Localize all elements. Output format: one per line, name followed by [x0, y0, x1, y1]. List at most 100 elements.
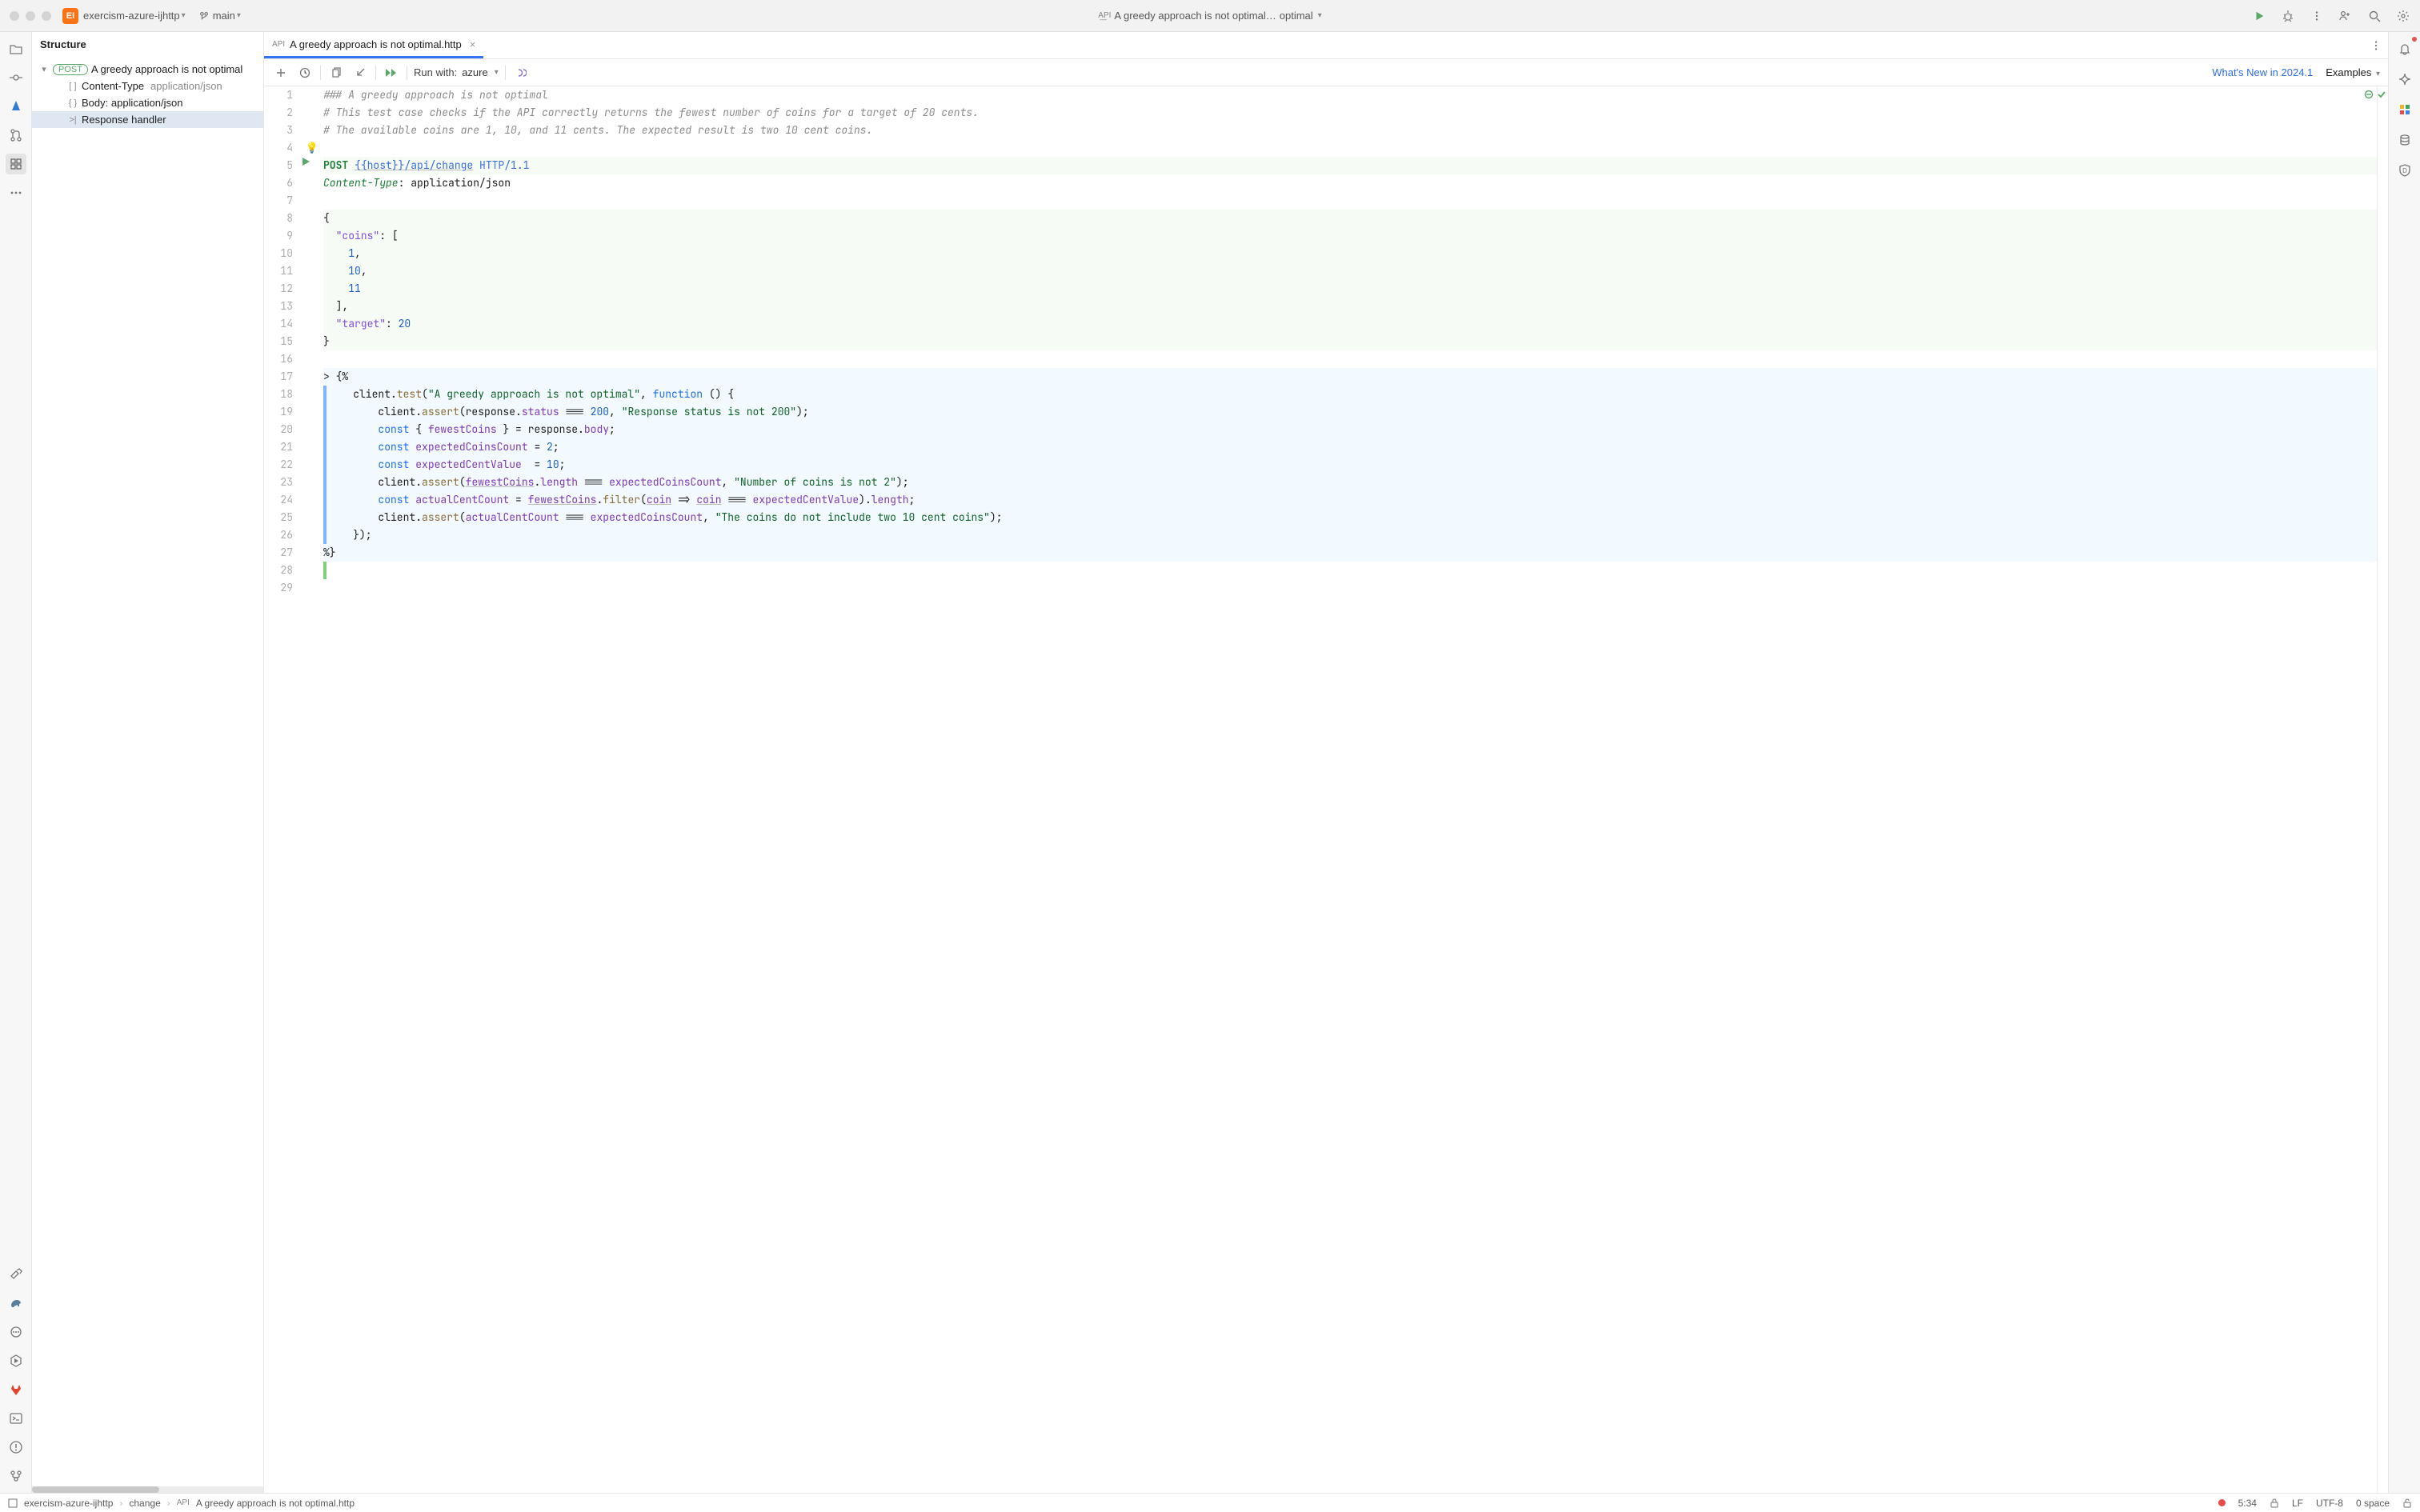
- http-method-badge: POST: [53, 64, 88, 75]
- http-toolbar: Run with: azure ▾ What's New in 2024.1 E…: [264, 59, 2388, 86]
- coverage-button[interactable]: D: [2394, 160, 2415, 181]
- chevron-down-icon: ▾: [237, 11, 241, 20]
- marker-rail[interactable]: [2377, 86, 2388, 1493]
- close-dot[interactable]: [10, 11, 19, 21]
- titlebar: EI exercism-azure-ijhttp ▾ main ▾ A͟PI A…: [0, 0, 2420, 32]
- structure-icon: [9, 157, 23, 171]
- problems-tool-button[interactable]: [6, 1437, 26, 1458]
- right-tool-rail: D: [2388, 32, 2420, 1493]
- caret-position[interactable]: 5:34: [2238, 1498, 2257, 1509]
- recording-indicator[interactable]: [2218, 1499, 2226, 1506]
- chevron-right-icon: ›: [167, 1498, 170, 1509]
- whats-new-link[interactable]: What's New in 2024.1: [2212, 66, 2313, 78]
- search-button[interactable]: [2367, 9, 2382, 23]
- hammer-icon: [9, 1267, 23, 1282]
- history-button[interactable]: [296, 64, 314, 82]
- tree-root-label: A greedy approach is not optimal: [91, 63, 242, 75]
- gear-icon: [2397, 10, 2410, 22]
- check-icon: [2377, 90, 2386, 99]
- brackets-icon: [ ]: [67, 81, 78, 92]
- minimize-dot[interactable]: [26, 11, 35, 21]
- branch-icon: [198, 10, 210, 22]
- tree-item-body[interactable]: { } Body: application/json: [32, 94, 263, 111]
- editor-area: API A greedy approach is not optimal.htt…: [264, 32, 2388, 1493]
- line-separator[interactable]: LF: [2292, 1498, 2303, 1509]
- crumb-project[interactable]: exercism-azure-ijhttp: [24, 1498, 113, 1509]
- file-encoding[interactable]: UTF-8: [2316, 1498, 2343, 1509]
- pull-requests-tool-button[interactable]: [6, 125, 26, 146]
- plugins-button[interactable]: [2394, 99, 2415, 120]
- elephant-icon: [9, 1296, 23, 1310]
- api-icon: API: [272, 40, 285, 49]
- azure-tool-button[interactable]: [6, 96, 26, 117]
- tree-item-content-type[interactable]: [ ] Content-Type application/json: [32, 78, 263, 94]
- vcs-tool-button[interactable]: [6, 1466, 26, 1486]
- code-with-me-button[interactable]: [2338, 9, 2353, 23]
- chevron-down-icon[interactable]: ▾: [182, 11, 186, 20]
- notifications-button[interactable]: [2394, 38, 2415, 59]
- build-tool-button[interactable]: [6, 1264, 26, 1285]
- close-icon[interactable]: ×: [470, 38, 476, 50]
- ai-assistant-button[interactable]: [2394, 69, 2415, 90]
- run-with-label: Run with:: [414, 66, 457, 78]
- play-icon: [2254, 10, 2265, 22]
- database-icon: [2398, 134, 2411, 146]
- import-icon: [355, 67, 366, 78]
- terminal-tool-button[interactable]: [6, 1408, 26, 1429]
- sparkle-icon: [2398, 72, 2412, 86]
- project-tool-button[interactable]: [6, 38, 26, 59]
- branch-name: main: [213, 10, 235, 22]
- env-sync-icon: [515, 67, 527, 78]
- crumb-folder[interactable]: change: [129, 1498, 160, 1509]
- code-body[interactable]: ### A greedy approach is not optimal# Th…: [319, 86, 2377, 1493]
- chevron-right-icon: ›: [119, 1498, 122, 1509]
- sync-env-button[interactable]: [512, 64, 530, 82]
- indent-setting[interactable]: 0 space: [2356, 1498, 2390, 1509]
- services-tool-button[interactable]: [6, 1350, 26, 1371]
- dependencies-tool-button[interactable]: [6, 1322, 26, 1342]
- import-button[interactable]: [351, 64, 369, 82]
- more-tools-button[interactable]: [6, 182, 26, 203]
- structure-h-scroll[interactable]: [32, 1486, 263, 1493]
- crumb-file[interactable]: A greedy approach is not optimal.http: [196, 1498, 355, 1509]
- debug-button[interactable]: [2281, 9, 2295, 23]
- bug-icon: [2282, 10, 2294, 22]
- copy-icon: [331, 67, 342, 78]
- no-problems-icon: [2364, 90, 2374, 99]
- add-request-button[interactable]: [272, 64, 290, 82]
- gradle-tool-button[interactable]: [6, 1293, 26, 1314]
- run-target-suffix: optimal: [1280, 10, 1313, 22]
- run-all-button[interactable]: [383, 64, 400, 82]
- vcs-branch[interactable]: main ▾: [198, 10, 241, 22]
- hexagon-play-icon: [9, 1354, 23, 1368]
- readonly-icon[interactable]: [2402, 1498, 2412, 1508]
- tree-item-label: Response handler: [82, 114, 166, 126]
- tree-item-response-handler[interactable]: >| Response handler: [32, 111, 263, 128]
- run-button[interactable]: [2252, 9, 2266, 23]
- editor-tabs: API A greedy approach is not optimal.htt…: [264, 32, 2388, 59]
- module-icon: [8, 1498, 18, 1508]
- tab-kebab-button[interactable]: [2370, 40, 2382, 51]
- copy-button[interactable]: [327, 64, 345, 82]
- structure-tool-button[interactable]: [6, 154, 26, 174]
- run-with-selector[interactable]: Run with: azure ▾: [414, 66, 499, 78]
- commit-tool-button[interactable]: [6, 67, 26, 88]
- bell-icon: [2398, 42, 2411, 55]
- left-tool-rail: [0, 32, 32, 1493]
- database-button[interactable]: [2394, 130, 2415, 150]
- window-controls: [10, 11, 51, 21]
- code-editor[interactable]: 1234567891011121314151617181920212223242…: [264, 86, 2388, 1493]
- tab-active[interactable]: API A greedy approach is not optimal.htt…: [264, 32, 483, 58]
- settings-button[interactable]: [2396, 9, 2410, 23]
- lock-icon[interactable]: [2270, 1498, 2279, 1508]
- handler-icon: >|: [67, 114, 78, 126]
- more-button[interactable]: [2310, 9, 2324, 23]
- clock-icon: [299, 67, 311, 78]
- gitlab-tool-button[interactable]: [6, 1379, 26, 1400]
- examples-dropdown[interactable]: Examples ▾: [2326, 66, 2380, 78]
- project-name[interactable]: exercism-azure-ijhttp: [83, 10, 180, 22]
- project-badge: EI: [62, 8, 78, 24]
- zoom-dot[interactable]: [42, 11, 51, 21]
- tree-root[interactable]: ▾ POST A greedy approach is not optimal: [32, 61, 263, 78]
- run-target-selector[interactable]: A͟PI A greedy approach is not optimal… o…: [1098, 10, 1321, 22]
